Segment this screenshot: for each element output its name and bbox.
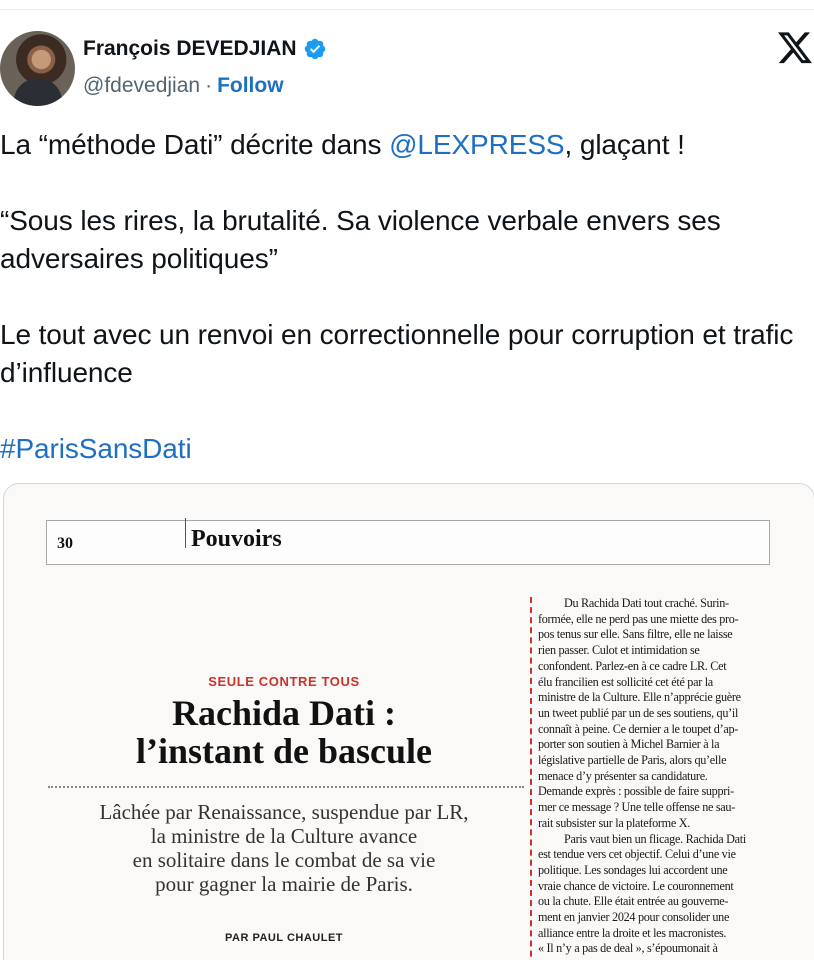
- body-line: pos tenus sur elle. Sans filtre, elle ne…: [538, 627, 733, 642]
- body-line: porter son soutien à Michel Barnier à la: [538, 737, 720, 752]
- tweet-body: La “méthode Dati” décrite dans @LEXPRESS…: [0, 126, 810, 468]
- author-avatar[interactable]: [0, 31, 75, 106]
- body-line: rait subsister sur la plateforme X.: [538, 815, 690, 830]
- body-line: Paris vaut bien un flicage. Rachida Dati: [564, 831, 746, 846]
- dotted-divider: [48, 786, 524, 788]
- magazine-section-title: Pouvoirs: [191, 526, 282, 552]
- body-line: élu francilien est sollicité cet été par…: [538, 674, 713, 689]
- body-line: menace d’y présenter sa candidature.: [538, 768, 708, 783]
- body-line: ment en janvier 2024 pour consolider une: [538, 910, 730, 925]
- body-line: « Il n’y a pas de deal », s’époumonait à: [538, 941, 718, 956]
- standfirst-line: en solitaire dans le combat de sa vie: [132, 848, 436, 872]
- author-name[interactable]: François DEVEDJIAN: [83, 37, 297, 61]
- magazine-header-box: 30 Pouvoirs: [46, 518, 770, 565]
- magazine-header-divider: [185, 518, 186, 548]
- body-line: confondent. Parlez-en à ce cadre LR. Cet: [538, 658, 727, 673]
- author-name-row: François DEVEDJIAN: [83, 37, 327, 61]
- tweet-text-segment: , glaçant !: [564, 129, 685, 160]
- x-logo-icon[interactable]: [778, 32, 812, 64]
- magazine-page-number: 30: [57, 535, 73, 552]
- body-line: ministre de la Culture. Elle n’apprécie …: [538, 690, 741, 705]
- standfirst-line: Lâchée par Renaissance, suspendue par LR…: [99, 800, 469, 824]
- body-line: Du Rachida Dati tout craché. Surin-: [564, 596, 729, 610]
- article-standfirst: Lâchée par Renaissance, suspendue par LR…: [44, 800, 524, 896]
- author-handle-row: @fdevedjian · Follow: [83, 74, 284, 98]
- body-line: politique. Les sondages lui accordent un…: [538, 862, 728, 877]
- body-line: législative partielle de Paris, alors qu…: [538, 753, 727, 768]
- standfirst-line: pour gagner la mairie de Paris.: [155, 872, 413, 896]
- tweet-paragraph-1: La “méthode Dati” décrite dans @LEXPRESS…: [0, 126, 810, 164]
- body-line: un tweet publié par un de ses soutiens, …: [538, 705, 739, 720]
- body-line: formée, elle ne perd pas une miette des …: [538, 611, 739, 626]
- body-line: est tendue vers cet objectif. Celui d’un…: [538, 847, 736, 862]
- tweet-media-image[interactable]: 30 Pouvoirs SEULE CONTRE TOUS Rachida Da…: [3, 483, 814, 960]
- body-line: Demande exprès : possible de faire suppr…: [538, 784, 734, 799]
- headline-line: Rachida Dati :: [172, 693, 396, 733]
- tweet-paragraph-3: Le tout avec un renvoi en correctionnell…: [0, 319, 794, 388]
- article-headline: Rachida Dati : l’instant de bascule: [44, 694, 524, 770]
- article-body-column: Du Rachida Dati tout craché. Surin- form…: [538, 596, 774, 957]
- body-line: vraie chance de victoire. Le couronnemen…: [538, 878, 734, 893]
- handle-separator: ·: [205, 74, 213, 97]
- body-line: rien passer. Culot et intimidation se: [538, 643, 700, 658]
- tweet-paragraph-2: “Sous les rires, la brutalité. Sa violen…: [0, 205, 721, 274]
- top-divider: [0, 9, 814, 10]
- follow-button[interactable]: Follow: [217, 74, 284, 98]
- column-rule: [530, 597, 532, 960]
- body-line: mer ce message ? Une telle offense ne sa…: [538, 800, 735, 815]
- body-line: alliance entre la droite et les macronis…: [538, 925, 727, 940]
- standfirst-line: la ministre de la Culture avance: [150, 824, 418, 848]
- author-handle[interactable]: @fdevedjian: [83, 74, 200, 98]
- hashtag-link[interactable]: #ParisSansDati: [0, 433, 192, 464]
- mention-link-lexpress[interactable]: @LEXPRESS: [389, 129, 564, 160]
- verified-badge-icon: [304, 38, 325, 60]
- article-kicker: SEULE CONTRE TOUS: [208, 674, 360, 689]
- tweet-text-segment: La “méthode Dati” décrite dans: [0, 129, 390, 160]
- body-line: ou la chute. Elle était entrée au gouver…: [538, 894, 729, 909]
- headline-line: l’instant de bascule: [135, 731, 433, 771]
- body-line: connaît à peine. Ce dernier a le toupet …: [538, 721, 739, 736]
- article-byline: PAR PAUL CHAULET: [225, 932, 343, 944]
